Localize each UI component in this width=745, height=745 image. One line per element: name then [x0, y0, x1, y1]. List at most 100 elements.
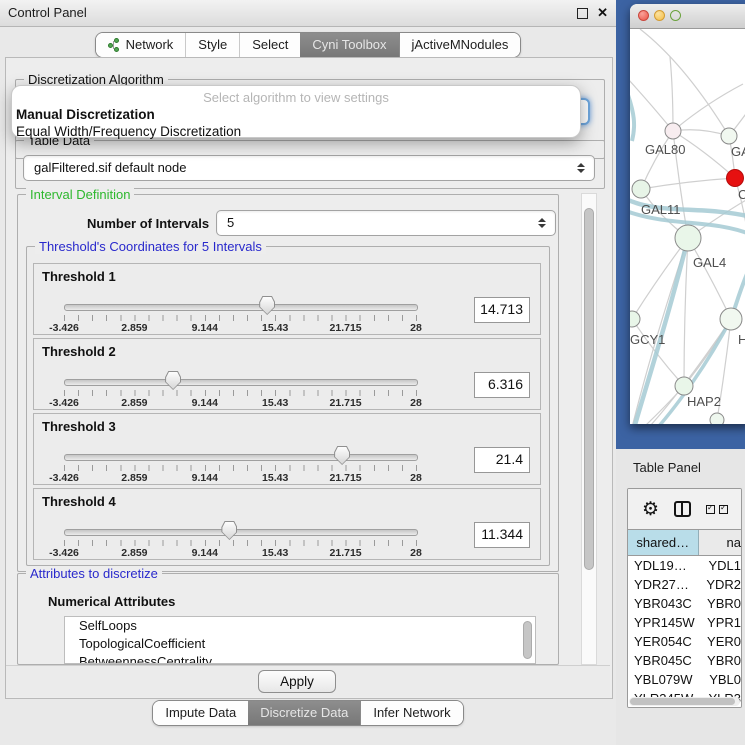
tab-network-label: Network [126, 33, 174, 57]
tab-cyni-toolbox[interactable]: Cyni Toolbox [300, 33, 398, 57]
table-row[interactable]: YBL079WYBL0 [628, 670, 741, 689]
node-label: GAL80 [645, 142, 685, 157]
node-label: C [738, 187, 745, 202]
table-data-combo-value: galFiltered.sif default node [34, 160, 186, 175]
tab-jactivemnodules[interactable]: jActiveMNodules [399, 33, 521, 57]
checkbox-icon[interactable] [706, 505, 715, 514]
node-label: GAL4 [693, 255, 726, 270]
threshold-3-value-field[interactable]: 21.4 [474, 447, 530, 473]
num-intervals-value: 5 [227, 215, 234, 230]
settings-scrollbar-thumb[interactable] [584, 208, 594, 570]
slider-scale-labels: -3.4262.8599.14415.4321.71528 [64, 472, 416, 485]
checkbox-icon[interactable] [719, 505, 728, 514]
slider-scale-labels: -3.4262.8599.14415.4321.71528 [64, 397, 416, 410]
threshold-4-slider[interactable]: -3.4262.8599.14415.4321.71528 [64, 519, 418, 559]
gear-icon[interactable]: ⚙ [642, 500, 659, 519]
apply-button[interactable]: Apply [258, 670, 336, 693]
threshold-row-3: Threshold 3 -3.4262.8599.14415.4321.7152… [33, 413, 541, 485]
network-node-selected-red[interactable] [727, 170, 744, 187]
slider-thumb[interactable] [221, 521, 237, 540]
algorithm-option-equal-width[interactable]: Equal Width/Frequency Discretization [12, 123, 580, 140]
table-row[interactable]: YER054CYER0 [628, 632, 741, 651]
threshold-1-label: Threshold 1 [42, 269, 116, 284]
mac-zoom-icon[interactable] [670, 10, 681, 21]
control-panel-titlebar: Control Panel ✕ [0, 0, 616, 27]
threshold-2-slider[interactable]: -3.4262.8599.14415.4321.71528 [64, 369, 418, 409]
interval-definition-group: Interval Definition Number of Intervals … [17, 194, 559, 572]
network-canvas[interactable]: GAL80 GA GAL11 C GAL4 GCY1 H HAP2 [630, 29, 745, 424]
network-node-gal11[interactable] [632, 180, 650, 198]
table-row[interactable]: YDR27…YDR2 [628, 575, 741, 594]
table-row[interactable]: YBR043CYBR0 [628, 594, 741, 613]
bottom-tab-group: Impute Data Discretize Data Infer Networ… [152, 700, 463, 726]
network-node-h[interactable] [720, 308, 742, 330]
tab-network[interactable]: Network [96, 33, 186, 57]
network-node[interactable] [721, 128, 737, 144]
slider-track[interactable] [64, 454, 418, 461]
threshold-1-slider[interactable]: -3.4262.8599.14415.4321.71528 [64, 294, 418, 334]
split-columns-icon[interactable] [674, 501, 691, 517]
column-header-shared-name[interactable]: shared… [628, 530, 699, 555]
node-label: HAP2 [687, 394, 721, 409]
threshold-2-value-field[interactable]: 6.316 [474, 372, 530, 398]
column-header-name[interactable]: na [699, 530, 741, 555]
settings-scrollbar[interactable] [581, 193, 597, 665]
thresholds-group: Threshold's Coordinates for 5 Intervals … [26, 246, 550, 566]
network-node-hap2[interactable] [675, 377, 693, 395]
table-horizontal-scrollbar[interactable] [629, 697, 740, 706]
float-window-icon[interactable] [577, 8, 588, 19]
table-row[interactable]: YPR145WYPR1 [628, 613, 741, 632]
control-panel-window: Control Panel ✕ Network Style Select Cyn… [0, 0, 616, 745]
num-intervals-combo[interactable]: 5 [216, 210, 556, 236]
network-node-gal80[interactable] [665, 123, 681, 139]
table-row[interactable]: YBR045CYBR0 [628, 651, 741, 670]
threshold-1-value-field[interactable]: 14.713 [474, 297, 530, 323]
close-icon[interactable]: ✕ [597, 0, 608, 26]
slider-ticks [64, 540, 417, 546]
list-scrollbar-thumb[interactable] [523, 621, 532, 659]
slider-thumb[interactable] [334, 446, 350, 465]
table-hscrollbar-thumb[interactable] [630, 698, 735, 705]
table-panel: Table Panel ⚙ shared… na YDL19…YDL1 YDR2… [616, 449, 745, 745]
list-item[interactable]: BetweennessCentrality [65, 653, 535, 664]
network-view-window: GAL80 GA GAL11 C GAL4 GCY1 H HAP2 [630, 4, 745, 424]
node-label: GA [731, 144, 745, 159]
slider-scale-labels: -3.4262.8599.14415.4321.71528 [64, 547, 416, 560]
table-toolbar: ⚙ [628, 489, 741, 529]
threshold-3-slider[interactable]: -3.4262.8599.14415.4321.71528 [64, 444, 418, 484]
node-label: GCY1 [630, 332, 665, 347]
threshold-4-value-field[interactable]: 11.344 [474, 522, 530, 548]
slider-track[interactable] [64, 379, 418, 386]
tab-select[interactable]: Select [239, 33, 300, 57]
tab-discretize-data[interactable]: Discretize Data [248, 701, 360, 725]
tab-impute-data[interactable]: Impute Data [153, 701, 248, 725]
window-title: Control Panel [8, 0, 87, 26]
slider-thumb[interactable] [259, 296, 275, 315]
tab-infer-network[interactable]: Infer Network [360, 701, 462, 725]
interval-definition-title: Interval Definition [26, 187, 134, 202]
tab-style[interactable]: Style [185, 33, 239, 57]
mac-close-icon[interactable] [638, 10, 649, 21]
network-node-gal4[interactable] [675, 225, 701, 251]
algorithm-option-manual[interactable]: Manual Discretization [12, 106, 580, 123]
threshold-4-label: Threshold 4 [42, 494, 116, 509]
table-row[interactable]: YDL19…YDL1 [628, 556, 741, 575]
slider-thumb[interactable] [165, 371, 181, 390]
threshold-3-label: Threshold 3 [42, 419, 116, 434]
mac-minimize-icon[interactable] [654, 10, 665, 21]
table-data-group: Table Data galFiltered.sif default node [15, 140, 605, 189]
list-item[interactable]: TopologicalCoefficient [65, 635, 535, 653]
slider-ticks [64, 465, 417, 471]
table-data-combo[interactable]: galFiltered.sif default node [23, 155, 595, 181]
list-item[interactable]: SelfLoops [65, 617, 535, 635]
threshold-row-1: Threshold 1 -3.4262.8599.14415.4321.7152… [33, 263, 541, 335]
slider-track[interactable] [64, 304, 418, 311]
node-table: ⚙ shared… na YDL19…YDL1 YDR27…YDR2 YBR04… [627, 488, 742, 708]
slider-track[interactable] [64, 529, 418, 536]
chevron-updown-icon [577, 156, 585, 180]
numerical-attributes-label: Numerical Attributes [48, 594, 175, 609]
network-node-gcy1[interactable] [630, 311, 640, 327]
thresholds-group-title: Threshold's Coordinates for 5 Intervals [35, 239, 266, 254]
cyni-settings-panel: Discretization Algorithm Select algorith… [5, 57, 613, 699]
network-node[interactable] [710, 413, 724, 424]
